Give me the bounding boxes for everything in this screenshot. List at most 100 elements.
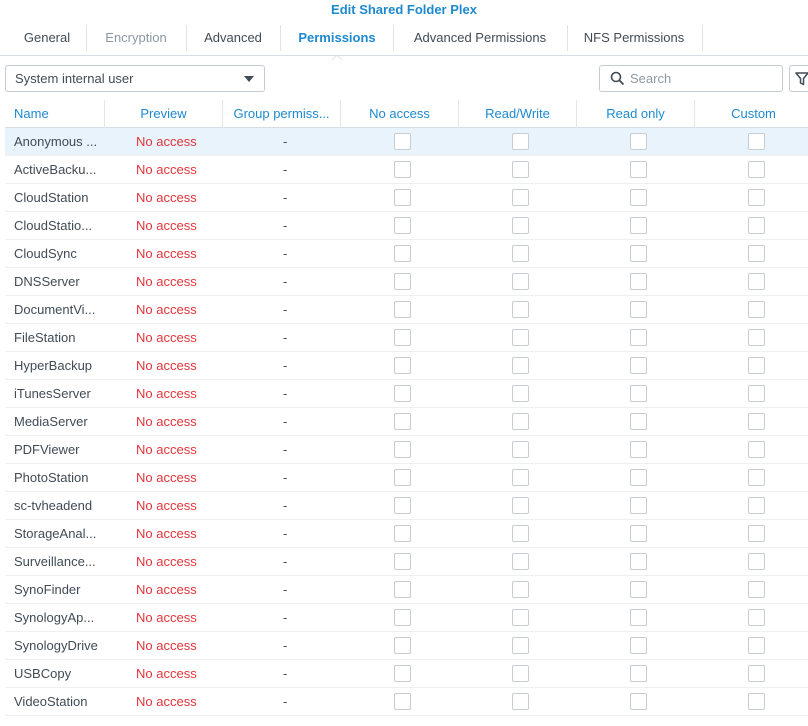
read-only-checkbox[interactable]	[630, 189, 647, 206]
table-row[interactable]: VideoStation No access -	[5, 688, 808, 716]
read-write-checkbox[interactable]	[512, 357, 529, 374]
table-row[interactable]: CloudSync No access -	[5, 240, 808, 268]
read-write-checkbox[interactable]	[512, 413, 529, 430]
read-write-checkbox[interactable]	[512, 273, 529, 290]
read-write-checkbox[interactable]	[512, 217, 529, 234]
table-row[interactable]: DNSServer No access -	[5, 268, 808, 296]
custom-checkbox[interactable]	[748, 357, 765, 374]
table-row[interactable]: sc-tvheadend No access -	[5, 492, 808, 520]
custom-checkbox[interactable]	[748, 469, 765, 486]
column-header-read-only[interactable]: Read only	[577, 100, 694, 128]
table-row[interactable]: StorageAnal... No access -	[5, 520, 808, 548]
read-only-checkbox[interactable]	[630, 385, 647, 402]
table-row[interactable]: SynologyDrive No access -	[5, 632, 808, 660]
custom-checkbox[interactable]	[748, 413, 765, 430]
read-write-checkbox[interactable]	[512, 469, 529, 486]
read-only-checkbox[interactable]	[630, 581, 647, 598]
custom-checkbox[interactable]	[748, 217, 765, 234]
table-row[interactable]: USBCopy No access -	[5, 660, 808, 688]
table-row[interactable]: PhotoStation No access -	[5, 464, 808, 492]
custom-checkbox[interactable]	[748, 161, 765, 178]
read-only-checkbox[interactable]	[630, 441, 647, 458]
read-write-checkbox[interactable]	[512, 637, 529, 654]
custom-checkbox[interactable]	[748, 273, 765, 290]
tab-encryption[interactable]: Encryption	[90, 23, 182, 53]
read-only-checkbox[interactable]	[630, 217, 647, 234]
table-row[interactable]: CloudStatio... No access -	[5, 212, 808, 240]
no-access-checkbox[interactable]	[394, 525, 411, 542]
read-write-checkbox[interactable]	[512, 581, 529, 598]
no-access-checkbox[interactable]	[394, 441, 411, 458]
column-header-no-access[interactable]: No access	[341, 100, 458, 128]
no-access-checkbox[interactable]	[394, 245, 411, 262]
table-row[interactable]: Anonymous ... No access -	[5, 128, 808, 156]
read-write-checkbox[interactable]	[512, 441, 529, 458]
read-write-checkbox[interactable]	[512, 609, 529, 626]
column-header-read-write[interactable]: Read/Write	[459, 100, 576, 128]
table-row[interactable]: SynologyAp... No access -	[5, 604, 808, 632]
custom-checkbox[interactable]	[748, 693, 765, 710]
custom-checkbox[interactable]	[748, 665, 765, 682]
no-access-checkbox[interactable]	[394, 189, 411, 206]
read-only-checkbox[interactable]	[630, 301, 647, 318]
no-access-checkbox[interactable]	[394, 133, 411, 150]
no-access-checkbox[interactable]	[394, 553, 411, 570]
read-write-checkbox[interactable]	[512, 497, 529, 514]
read-only-checkbox[interactable]	[630, 469, 647, 486]
read-only-checkbox[interactable]	[630, 273, 647, 290]
table-row[interactable]: iTunesServer No access -	[5, 380, 808, 408]
read-only-checkbox[interactable]	[630, 245, 647, 262]
no-access-checkbox[interactable]	[394, 665, 411, 682]
custom-checkbox[interactable]	[748, 497, 765, 514]
table-row[interactable]: PDFViewer No access -	[5, 436, 808, 464]
custom-checkbox[interactable]	[748, 525, 765, 542]
read-only-checkbox[interactable]	[630, 357, 647, 374]
custom-checkbox[interactable]	[748, 581, 765, 598]
table-row[interactable]: HyperBackup No access -	[5, 352, 808, 380]
no-access-checkbox[interactable]	[394, 497, 411, 514]
read-only-checkbox[interactable]	[630, 161, 647, 178]
no-access-checkbox[interactable]	[394, 357, 411, 374]
column-header-group-permissions[interactable]: Group permiss...	[223, 100, 340, 128]
user-type-dropdown[interactable]: System internal user	[5, 65, 265, 92]
custom-checkbox[interactable]	[748, 385, 765, 402]
table-row[interactable]: MediaServer No access -	[5, 408, 808, 436]
tab-nfs-permissions[interactable]: NFS Permissions	[571, 23, 697, 53]
read-write-checkbox[interactable]	[512, 189, 529, 206]
column-header-preview[interactable]: Preview	[105, 100, 222, 128]
search-box[interactable]	[599, 65, 783, 92]
no-access-checkbox[interactable]	[394, 693, 411, 710]
custom-checkbox[interactable]	[748, 133, 765, 150]
custom-checkbox[interactable]	[748, 637, 765, 654]
custom-checkbox[interactable]	[748, 245, 765, 262]
read-write-checkbox[interactable]	[512, 161, 529, 178]
table-row[interactable]: SynoFinder No access -	[5, 576, 808, 604]
filter-button[interactable]	[789, 65, 808, 92]
custom-checkbox[interactable]	[748, 329, 765, 346]
read-write-checkbox[interactable]	[512, 329, 529, 346]
tab-permissions[interactable]: Permissions	[284, 23, 390, 53]
no-access-checkbox[interactable]	[394, 609, 411, 626]
table-row[interactable]: CloudStation No access -	[5, 184, 808, 212]
column-header-custom[interactable]: Custom	[695, 100, 808, 128]
no-access-checkbox[interactable]	[394, 637, 411, 654]
read-write-checkbox[interactable]	[512, 133, 529, 150]
no-access-checkbox[interactable]	[394, 273, 411, 290]
read-write-checkbox[interactable]	[512, 301, 529, 318]
read-only-checkbox[interactable]	[630, 693, 647, 710]
no-access-checkbox[interactable]	[394, 161, 411, 178]
read-only-checkbox[interactable]	[630, 525, 647, 542]
no-access-checkbox[interactable]	[394, 217, 411, 234]
no-access-checkbox[interactable]	[394, 469, 411, 486]
tab-general[interactable]: General	[12, 23, 82, 53]
no-access-checkbox[interactable]	[394, 301, 411, 318]
no-access-checkbox[interactable]	[394, 329, 411, 346]
read-only-checkbox[interactable]	[630, 329, 647, 346]
tab-advanced[interactable]: Advanced	[190, 23, 276, 53]
custom-checkbox[interactable]	[748, 441, 765, 458]
read-write-checkbox[interactable]	[512, 553, 529, 570]
read-write-checkbox[interactable]	[512, 693, 529, 710]
read-only-checkbox[interactable]	[630, 665, 647, 682]
table-row[interactable]: Surveillance... No access -	[5, 548, 808, 576]
no-access-checkbox[interactable]	[394, 581, 411, 598]
